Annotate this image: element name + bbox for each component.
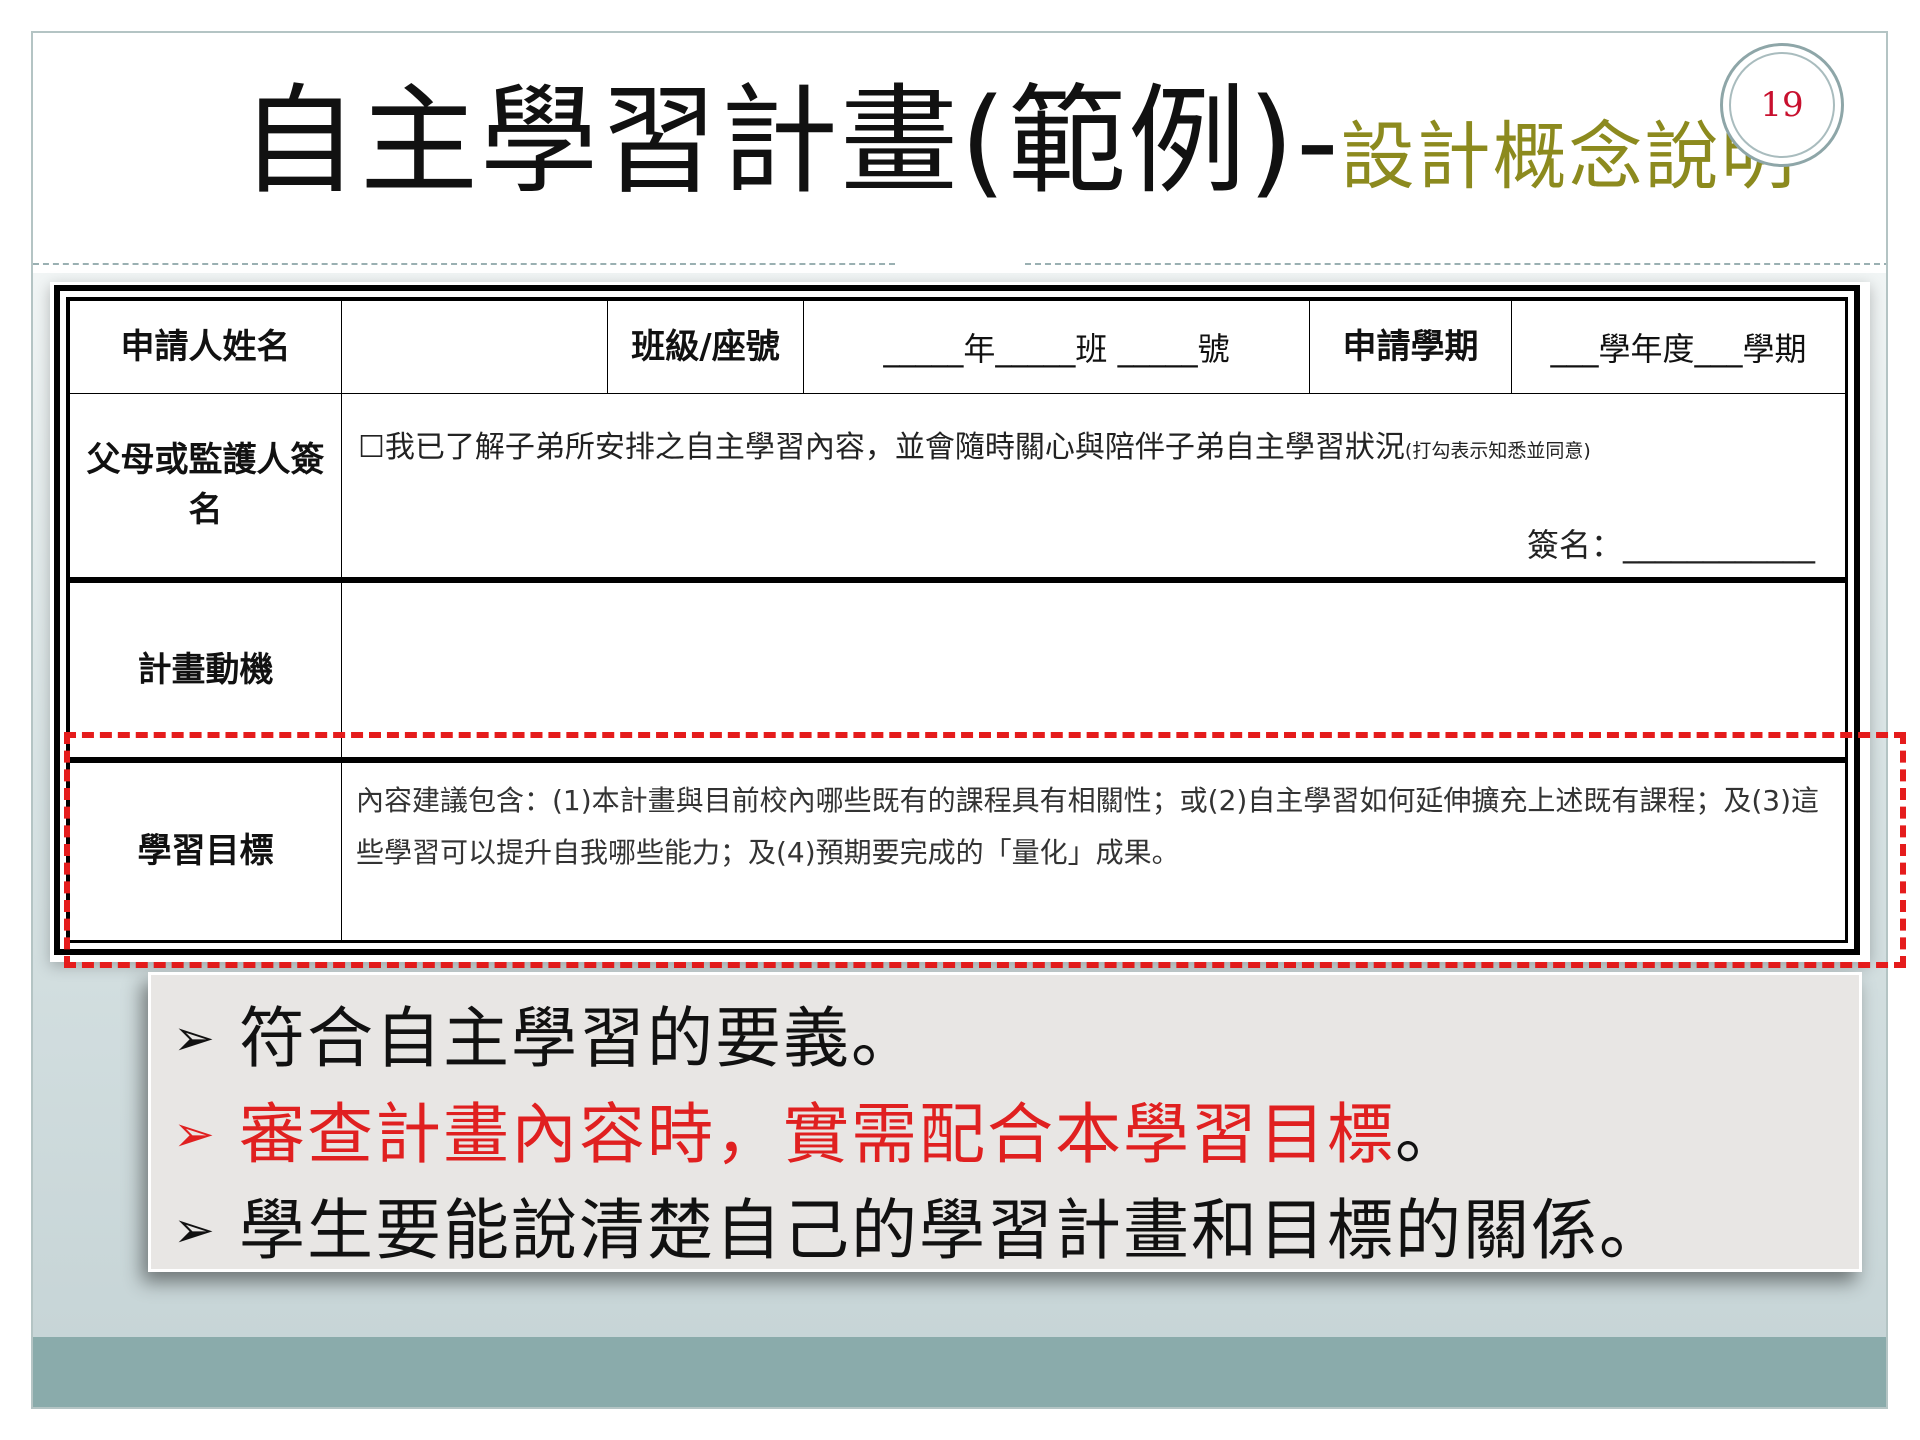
form-row-goals: 學習目標 內容建議包含：(1)本計畫與目前校內哪些既有的課程具有相關性；或(2)… <box>69 759 1846 941</box>
consent-checkbox: ☐ <box>358 430 385 465</box>
divider-line-right <box>1025 263 1886 265</box>
key-points-panel: ➢ 符合自主學習的要義。 ➢ 審查計畫內容時，實需配合本學習目標。 ➢ 學生要能說清楚… <box>148 972 1862 1272</box>
signature-line: 簽名：____________ <box>1526 526 1815 564</box>
applicant-name-field <box>341 300 608 394</box>
learning-goals-cell: 內容建議包含：(1)本計畫與目前校內哪些既有的課程具有相關性；或(2)自主學習如… <box>341 759 1846 941</box>
consent-note: (打勾表示知悉並同意) <box>1404 440 1591 462</box>
divider-line-left <box>33 263 895 265</box>
learning-goals-guidance: 內容建議包含：(1)本計畫與目前校內哪些既有的課程具有相關性；或(2)自主學習如… <box>356 783 1819 869</box>
arrow-bullet-icon: ➢ <box>173 1201 217 1259</box>
key-point-text: 學生要能說清楚自己的學習計畫和目標的關係。 <box>239 1192 1667 1269</box>
guardian-consent-cell: ☐我已了解子弟所安排之自主學習內容，並會隨時關心與陪伴子弟自主學習狀況(打勾表示… <box>341 393 1846 583</box>
consent-statement: ☐我已了解子弟所安排之自主學習內容，並會隨時關心與陪伴子弟自主學習狀況(打勾表示… <box>358 422 1591 466</box>
form-row-guardian: 父母或監護人簽名 ☐我已了解子弟所安排之自主學習內容，並會隨時關心與陪伴子弟自主… <box>69 393 1846 583</box>
page-number-badge: 19 <box>1720 43 1844 167</box>
page-number: 19 <box>1729 52 1835 158</box>
class-seat-label: 班級/座號 <box>607 300 804 394</box>
key-point-text: 審查計畫內容時，實需配合本學習目標 <box>239 1096 1395 1173</box>
motivation-field <box>341 579 1846 763</box>
applicant-name-label: 申請人姓名 <box>69 300 342 394</box>
consent-text: 我已了解子弟所安排之自主學習內容，並會隨時關心與陪伴子弟自主學習狀況 <box>384 430 1405 465</box>
term-label: 申請學期 <box>1309 300 1512 394</box>
title-main: 自主學習計畫(範例)- <box>240 72 1341 210</box>
key-point-2: ➢ 審查計畫內容時，實需配合本學習目標。 <box>173 1081 1463 1177</box>
class-seat-field: _____年_____班 _____號 <box>803 300 1310 394</box>
form-row-applicant: 申請人姓名 班級/座號 _____年_____班 _____號 申請學期 ___… <box>69 300 1846 394</box>
application-form-table: 申請人姓名 班級/座號 _____年_____班 _____號 申請學期 ___… <box>69 300 1846 941</box>
learning-goals-label: 學習目標 <box>69 759 342 941</box>
slide-footer-band <box>33 1337 1886 1407</box>
motivation-label: 計畫動機 <box>69 579 342 763</box>
key-point-text: 符合自主學習的要義。 <box>239 1000 919 1077</box>
arrow-bullet-icon: ➢ <box>173 1009 217 1067</box>
key-point-3: ➢ 學生要能說清楚自己的學習計畫和目標的關係。 <box>173 1177 1667 1273</box>
key-point-1: ➢ 符合自主學習的要義。 <box>173 985 919 1081</box>
guardian-signature-label: 父母或監護人簽名 <box>69 393 342 583</box>
term-field: ___學年度___學期 <box>1511 300 1846 394</box>
slide-title: 自主學習計畫(範例)-設計概念說明 <box>240 66 1795 216</box>
key-point-punctuation: 。 <box>1395 1096 1463 1173</box>
arrow-bullet-icon: ➢ <box>173 1105 217 1163</box>
form-row-motivation: 計畫動機 <box>69 579 1846 763</box>
